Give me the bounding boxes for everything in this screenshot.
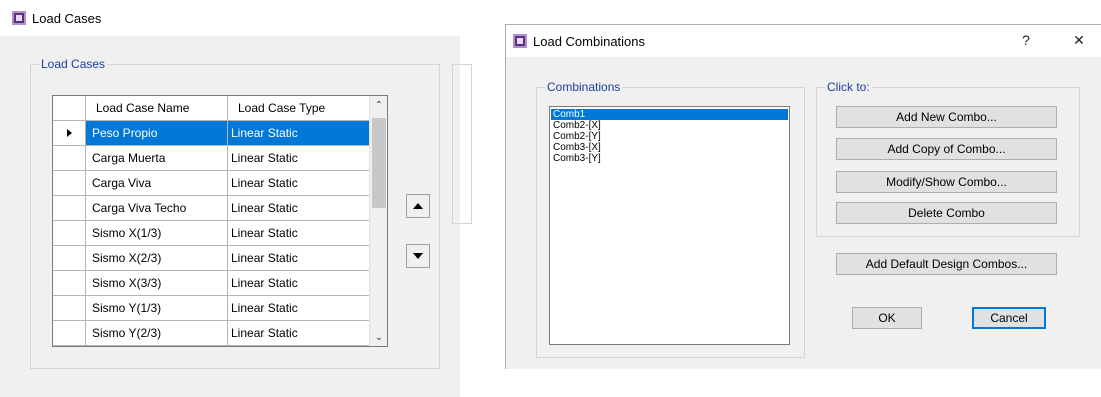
load-cases-title: Load Cases (32, 10, 102, 26)
load-cases-group-label: Load Cases (39, 57, 108, 71)
load-case-name-cell[interactable]: Peso Propio (86, 121, 228, 146)
help-button[interactable]: ? (1004, 25, 1048, 55)
row-selector[interactable] (53, 221, 86, 246)
scroll-up-arrow-icon[interactable]: ⌃ (370, 96, 387, 114)
add-copy-of-combo-button[interactable]: Add Copy of Combo... (836, 138, 1057, 160)
row-selector[interactable] (53, 196, 86, 221)
load-case-name-cell[interactable]: Carga Muerta (86, 146, 228, 171)
row-selector[interactable] (53, 271, 86, 296)
list-item[interactable]: Comb2-[Y] (551, 131, 788, 142)
close-button[interactable]: ✕ (1057, 25, 1101, 55)
list-item[interactable]: Comb1 (551, 109, 788, 120)
row-selector[interactable] (53, 146, 86, 171)
load-cases-table[interactable]: Load Case Name Load Case Type Peso Propi… (52, 95, 388, 347)
table-row[interactable]: Sismo Y(2/3) Linear Static (53, 321, 369, 346)
row-selector[interactable] (53, 121, 86, 146)
load-case-type-cell[interactable]: Linear Static (228, 121, 369, 146)
row-selector[interactable] (53, 246, 86, 271)
load-case-name-cell[interactable]: Carga Viva (86, 171, 228, 196)
add-new-combo-button[interactable]: Add New Combo... (836, 106, 1057, 128)
load-case-type-cell[interactable]: Linear Static (228, 246, 369, 271)
cancel-button[interactable]: Cancel (972, 307, 1046, 329)
load-case-name-cell[interactable]: Sismo X(3/3) (86, 271, 228, 296)
load-case-name-cell[interactable]: Sismo X(1/3) (86, 221, 228, 246)
combinations-group-label: Combinations (545, 80, 623, 94)
ok-button[interactable]: OK (852, 307, 922, 329)
app-icon (12, 11, 26, 25)
move-up-button[interactable] (406, 194, 430, 218)
header-corner (53, 96, 86, 121)
table-row[interactable]: Peso Propio Linear Static (53, 121, 369, 146)
load-case-type-cell[interactable]: Linear Static (228, 321, 369, 346)
load-cases-titlebar[interactable]: Load Cases (0, 0, 460, 36)
load-case-name-cell[interactable]: Sismo Y(2/3) (86, 321, 228, 346)
list-item[interactable]: Comb3-[Y] (551, 153, 788, 164)
load-case-type-cell[interactable]: Linear Static (228, 271, 369, 296)
move-down-icon (413, 253, 423, 259)
combinations-listbox[interactable]: Comb1 Comb2-[X] Comb2-[Y] Comb3-[X] Comb… (549, 106, 790, 345)
current-row-icon (66, 129, 72, 137)
load-combinations-title: Load Combinations (533, 33, 646, 49)
list-item[interactable]: Comb2-[X] (551, 120, 788, 131)
column-header-load-case-name[interactable]: Load Case Name (86, 96, 228, 121)
table-row[interactable]: Carga Muerta Linear Static (53, 146, 369, 171)
delete-combo-button[interactable]: Delete Combo (836, 202, 1057, 224)
load-case-type-cell[interactable]: Linear Static (228, 196, 369, 221)
load-cases-side-group (452, 64, 472, 224)
row-selector[interactable] (53, 321, 86, 346)
modify-show-combo-button[interactable]: Modify/Show Combo... (836, 171, 1057, 193)
table-row[interactable]: Carga Viva Linear Static (53, 171, 369, 196)
load-combinations-titlebar[interactable]: Load Combinations ? ✕ (506, 25, 1101, 57)
load-case-type-cell[interactable]: Linear Static (228, 221, 369, 246)
scrollbar-thumb[interactable] (372, 118, 386, 208)
move-down-button[interactable] (406, 244, 430, 268)
table-vertical-scrollbar[interactable]: ⌃ ⌄ (369, 96, 387, 346)
app-icon (513, 34, 527, 48)
load-case-type-cell[interactable]: Linear Static (228, 146, 369, 171)
column-header-load-case-type[interactable]: Load Case Type (228, 96, 369, 121)
click-to-group-label: Click to: (825, 80, 872, 94)
scroll-down-arrow-icon[interactable]: ⌄ (370, 328, 387, 346)
load-case-name-cell[interactable]: Sismo X(2/3) (86, 246, 228, 271)
load-case-name-cell[interactable]: Carga Viva Techo (86, 196, 228, 221)
add-default-design-combos-button[interactable]: Add Default Design Combos... (836, 253, 1057, 275)
table-header: Load Case Name Load Case Type (53, 96, 369, 121)
load-case-name-cell[interactable]: Sismo Y(1/3) (86, 296, 228, 321)
load-cases-window: Load Cases Load Cases Load Case Name Loa… (0, 0, 472, 397)
load-case-type-cell[interactable]: Linear Static (228, 296, 369, 321)
table-row[interactable]: Sismo X(2/3) Linear Static (53, 246, 369, 271)
row-selector[interactable] (53, 171, 86, 196)
table-row[interactable]: Carga Viva Techo Linear Static (53, 196, 369, 221)
table-row[interactable]: Sismo X(3/3) Linear Static (53, 271, 369, 296)
list-item[interactable]: Comb3-[X] (551, 142, 788, 153)
row-selector[interactable] (53, 296, 86, 321)
load-case-type-cell[interactable]: Linear Static (228, 171, 369, 196)
table-row[interactable]: Sismo Y(1/3) Linear Static (53, 296, 369, 321)
table-row[interactable]: Sismo X(1/3) Linear Static (53, 221, 369, 246)
move-up-icon (413, 203, 423, 209)
